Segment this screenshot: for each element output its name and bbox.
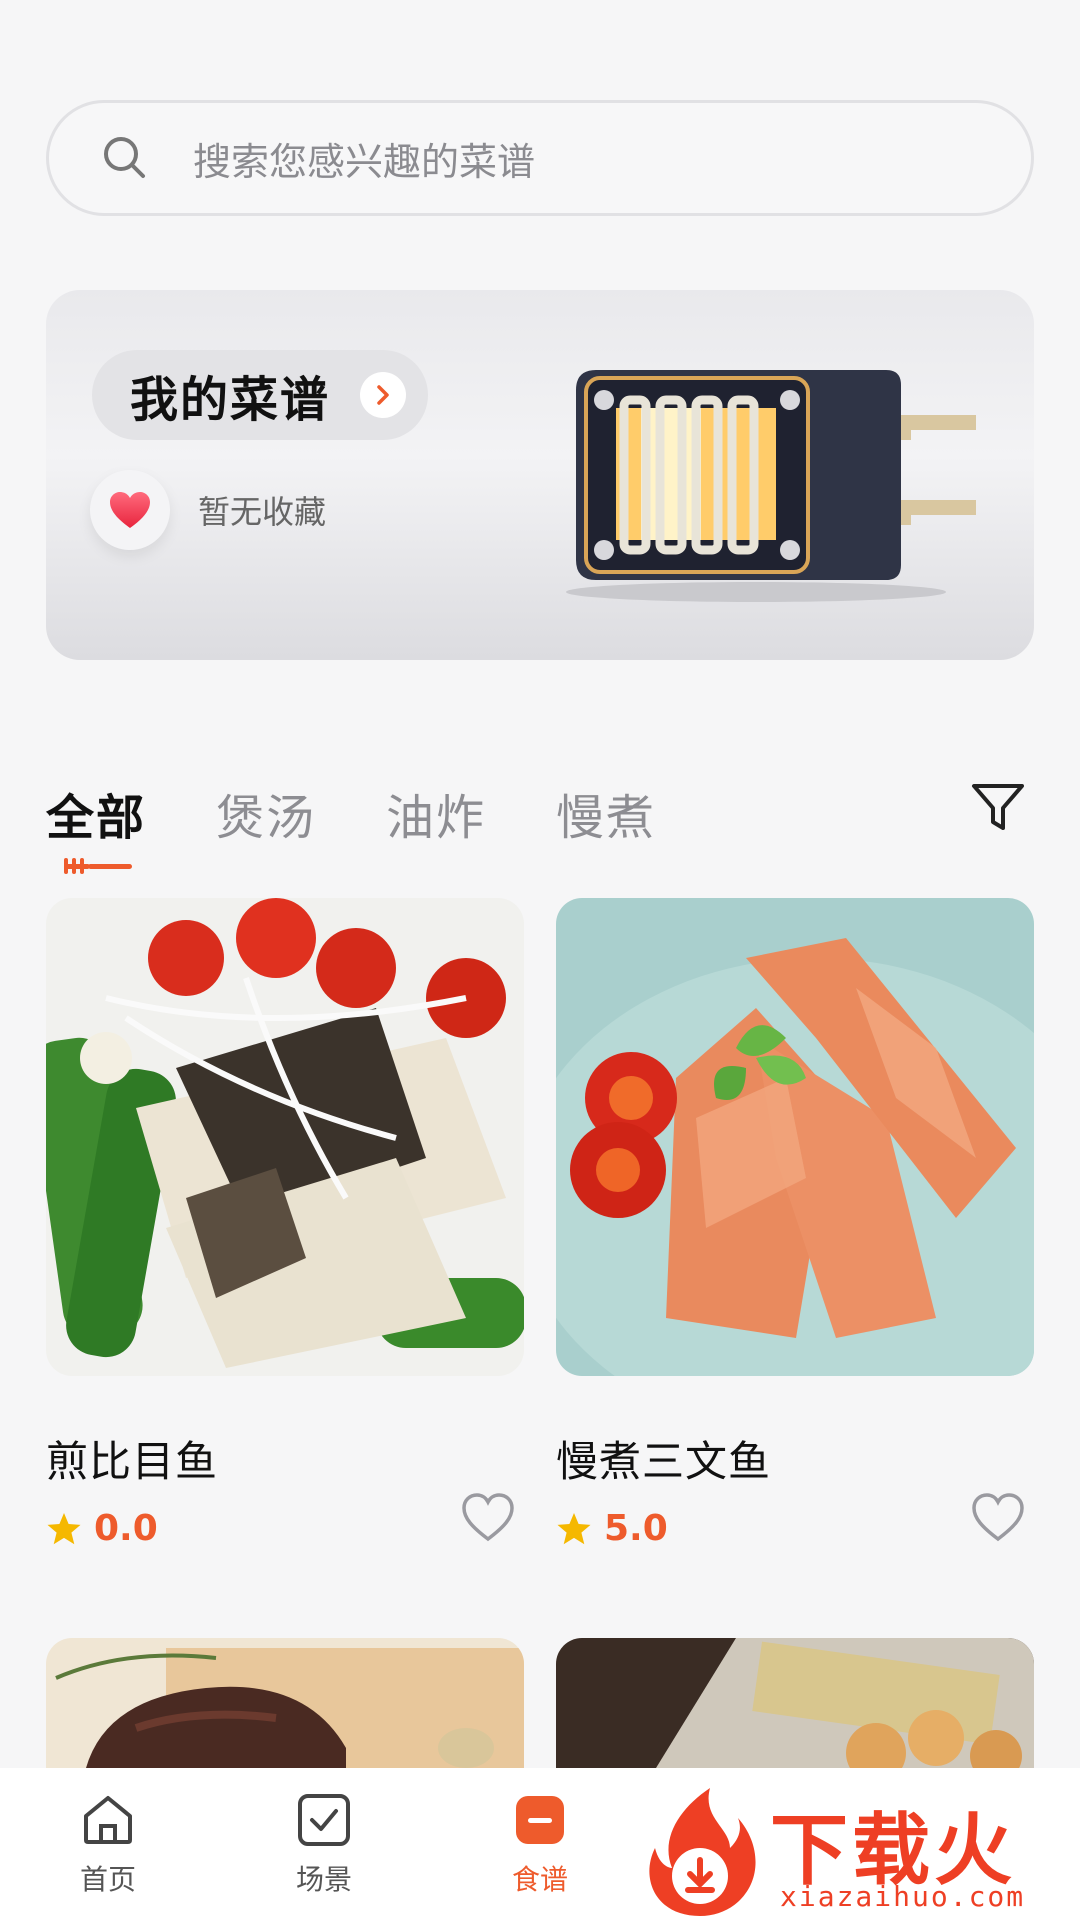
star-icon xyxy=(557,1512,591,1544)
rating-value: 0.0 xyxy=(94,1508,158,1549)
my-recipes-button[interactable]: 我的菜谱 xyxy=(92,350,428,440)
recipe-name: 煎比目鱼 xyxy=(46,1437,219,1486)
filter-icon[interactable] xyxy=(970,780,1026,836)
recipe-card-partial-fried[interactable] xyxy=(556,1638,1034,1768)
recipe-rating: 5.0 xyxy=(556,1508,668,1549)
recipe-rating: 0.0 xyxy=(46,1508,158,1549)
toaster-image xyxy=(566,370,976,602)
my-recipes-banner[interactable]: 我的菜谱 暂无收藏 xyxy=(46,290,1034,660)
tab-soup[interactable]: 煲汤 xyxy=(216,778,316,848)
favorites-status: 暂无收藏 xyxy=(90,470,326,550)
recipe-card-partial-steak[interactable] xyxy=(46,1638,524,1768)
search-icon xyxy=(104,137,145,178)
nav-label: 场景 xyxy=(295,1863,352,1896)
checkbox-icon xyxy=(298,1794,350,1846)
recipe-icon xyxy=(516,1796,564,1844)
fork-indicator-icon xyxy=(64,858,132,874)
star-icon xyxy=(47,1512,81,1544)
watermark-url: xiazaihuo.com xyxy=(780,1880,1026,1913)
heart-outline-icon[interactable] xyxy=(460,1490,516,1546)
rating-value: 5.0 xyxy=(604,1508,668,1549)
search-bar[interactable]: 搜索您感兴趣的菜谱 xyxy=(46,100,1034,216)
nav-item-recipes[interactable]: 食谱 xyxy=(485,1792,595,1898)
tab-slow-cook[interactable]: 慢煮 xyxy=(556,778,656,848)
home-icon xyxy=(84,1796,132,1844)
search-placeholder: 搜索您感兴趣的菜谱 xyxy=(193,139,536,184)
watermark: 下载火 xiazaihuo.com xyxy=(630,1768,1080,1920)
favorites-text: 暂无收藏 xyxy=(198,493,327,531)
tab-all[interactable]: 全部 xyxy=(46,778,146,848)
recipe-image-fish xyxy=(46,898,524,1376)
recipe-image-salmon xyxy=(556,898,1034,1376)
flame-logo-icon xyxy=(649,1788,756,1916)
heart-filled-icon xyxy=(90,470,170,550)
chevron-right-icon xyxy=(360,372,406,418)
category-tabs: 全部 煲汤 油炸 慢煮 xyxy=(46,778,726,848)
nav-item-home[interactable]: 首页 xyxy=(53,1792,163,1898)
recipe-card[interactable]: 慢煮三文鱼 5.0 xyxy=(556,898,1034,1549)
nav-label: 首页 xyxy=(79,1863,136,1896)
tab-fried[interactable]: 油炸 xyxy=(386,778,486,848)
heart-outline-icon[interactable] xyxy=(970,1490,1026,1546)
recipe-card[interactable]: 煎比目鱼 0.0 xyxy=(46,898,524,1549)
recipe-name: 慢煮三文鱼 xyxy=(556,1437,772,1486)
nav-item-scene[interactable]: 场景 xyxy=(269,1792,379,1898)
my-recipes-title: 我的菜谱 xyxy=(130,372,331,428)
nav-label: 食谱 xyxy=(511,1863,568,1896)
